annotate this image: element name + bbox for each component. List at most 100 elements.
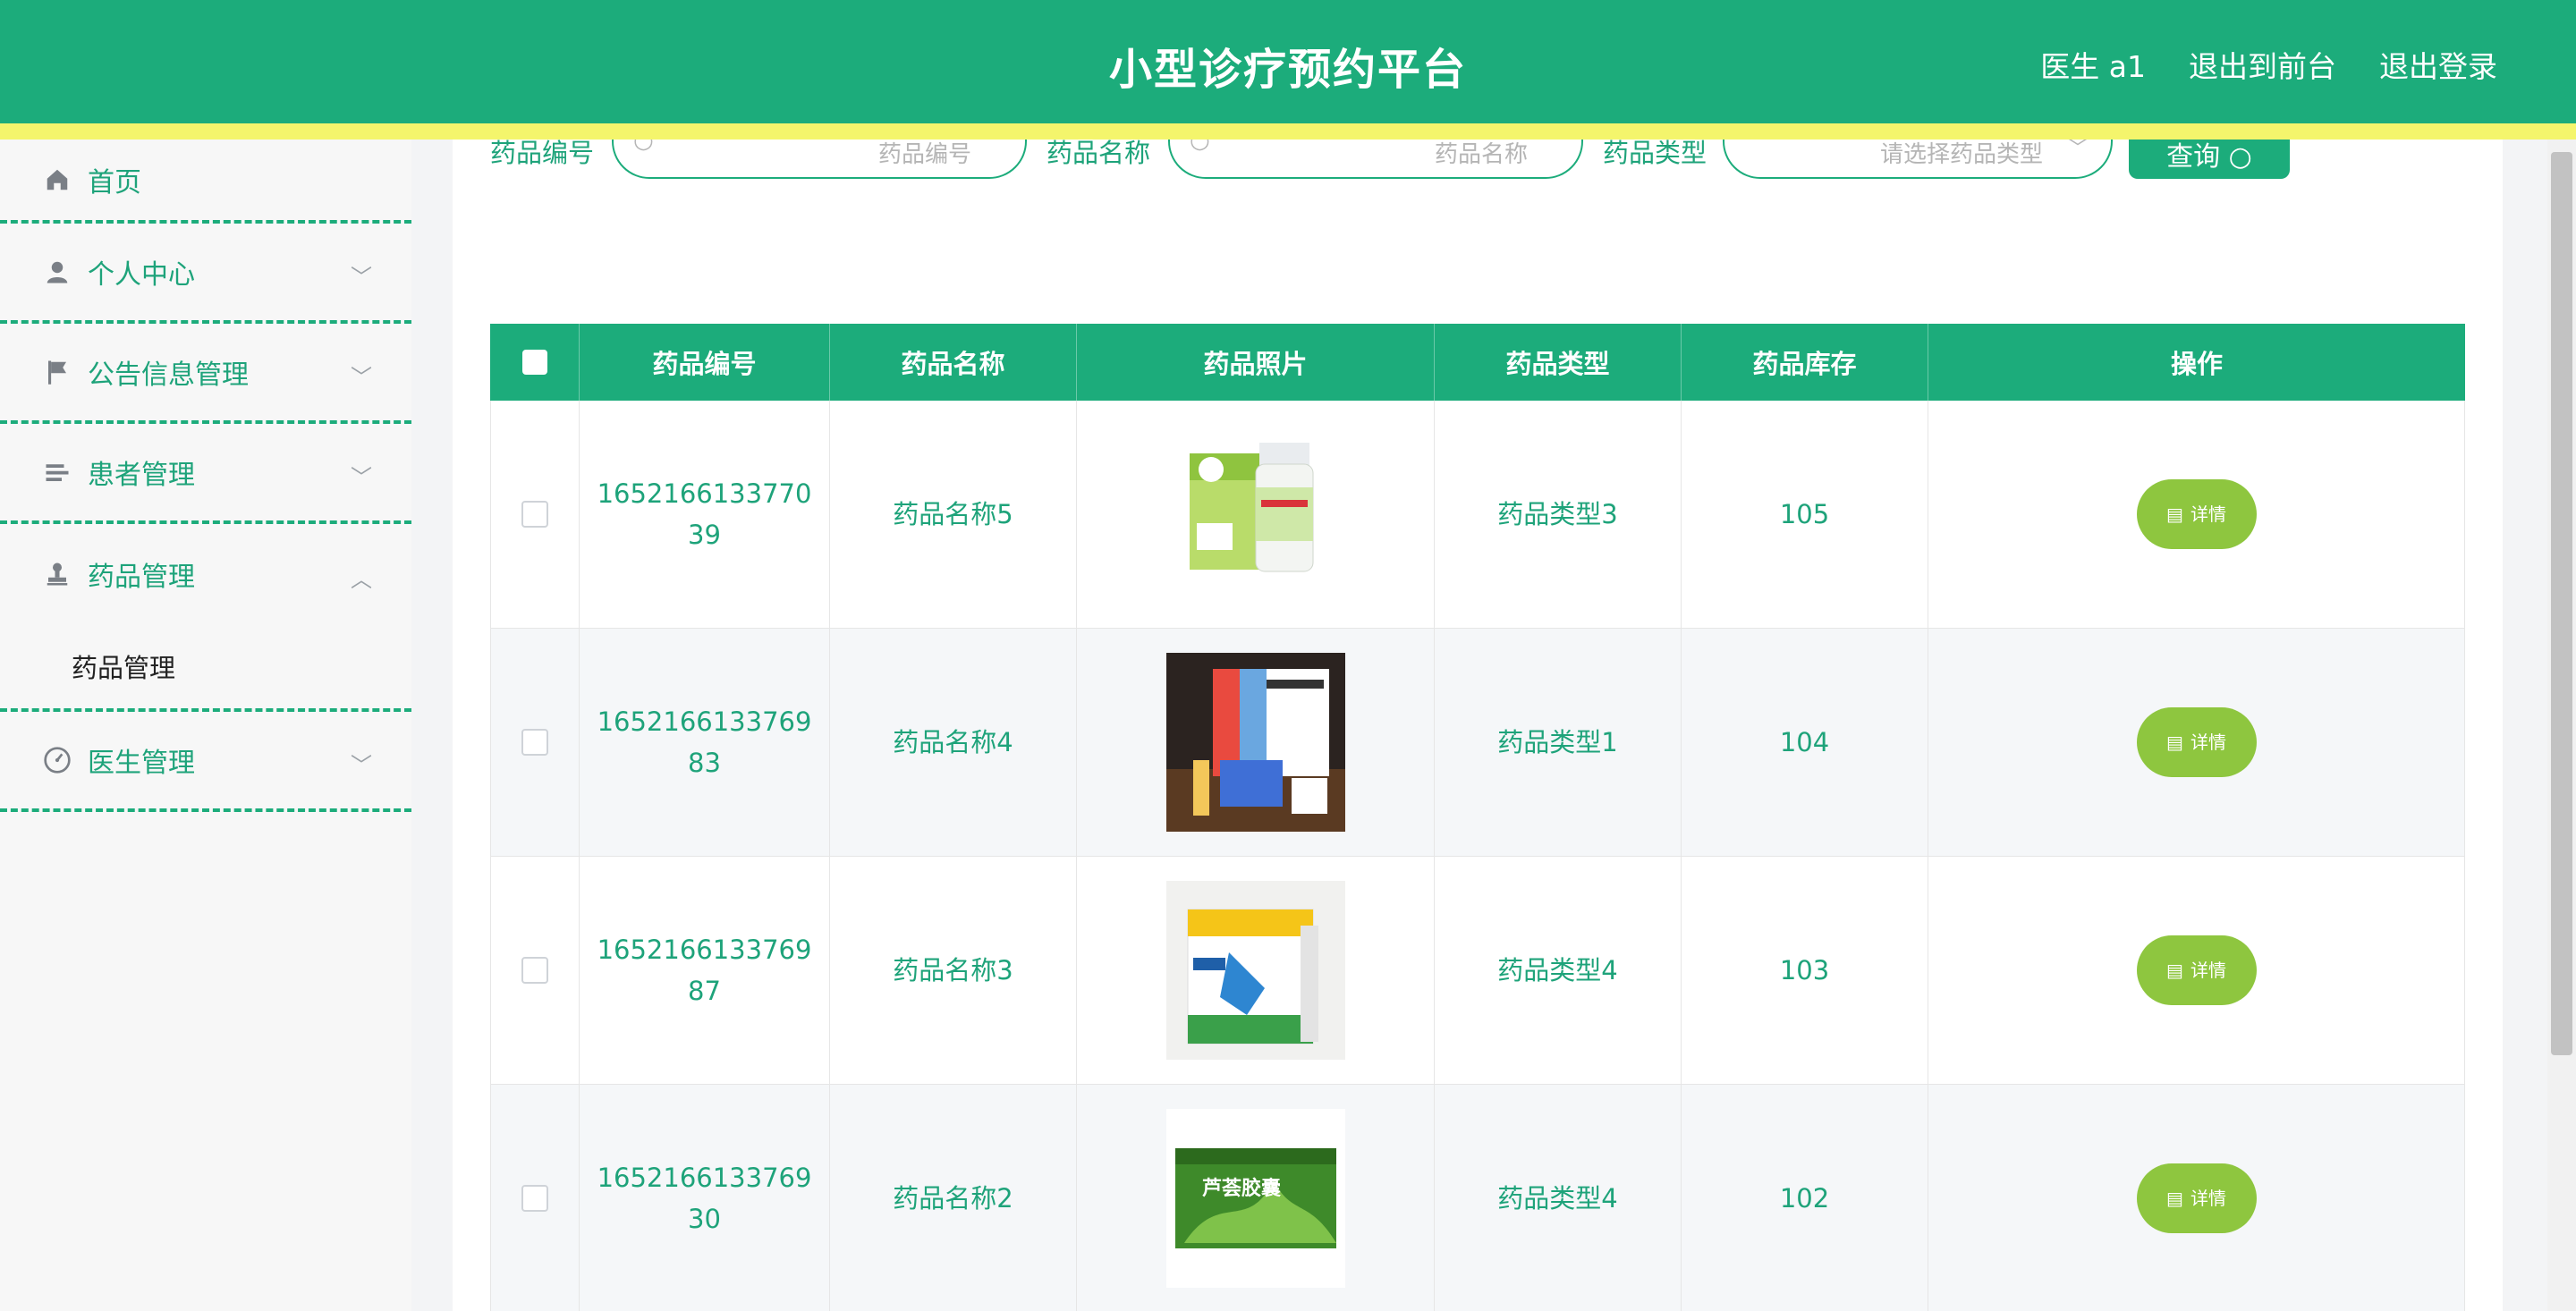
sidebar-subitem-medicine-management[interactable]: 药品管理: [0, 624, 411, 712]
search-icon: ○: [2228, 141, 2252, 173]
chevron-down-icon: ﹀: [351, 365, 372, 390]
sidebar-item-medicine[interactable]: 药品管理 ︿: [0, 524, 411, 624]
medicine-code: 165216613377039: [597, 478, 812, 550]
action-cell: ▤ 详情: [1928, 1085, 2465, 1311]
sidebar-item-label: 个人中心: [88, 259, 195, 291]
sidebar-item-personal-center[interactable]: 个人中心 ﹀: [0, 224, 411, 324]
column-header: 操作: [2170, 349, 2223, 379]
sidebar-item-home[interactable]: 首页: [0, 140, 411, 224]
row-checkbox[interactable]: [521, 729, 548, 756]
detail-button[interactable]: ▤ 详情: [2136, 1163, 2257, 1233]
table-row: 165216613376983 药品名称4 药品类型1 104 ▤ 详情: [490, 629, 2465, 857]
row-select-cell: [490, 857, 580, 1084]
scrollbar-thumb[interactable]: [2551, 152, 2572, 1055]
row-select-cell: [490, 401, 580, 628]
type-cell: 药品类型3: [1435, 401, 1682, 628]
medicine-photo[interactable]: [1165, 425, 1345, 604]
action-cell: ▤ 详情: [1928, 857, 2465, 1084]
document-icon: ▤: [2166, 732, 2183, 753]
flag-icon: [43, 358, 72, 386]
table-row: 165216613376930 药品名称2 芦荟胶囊 药品类型4 102 ▤ 详…: [490, 1085, 2465, 1311]
medicine-table: 药品编号 药品名称 药品照片 药品类型 药品库存 操作 165216613377…: [490, 324, 2465, 1311]
sidebar-item-label: 药品管理: [88, 562, 195, 593]
photo-cell: [1077, 629, 1435, 856]
table-row: 165216613377039 药品名称5 药品类型3 105 ▤ 详情: [490, 401, 2465, 629]
chevron-down-icon: ﹀: [351, 465, 372, 490]
accent-bar: [0, 123, 2576, 140]
sidebar-item-label: 公告信息管理: [88, 359, 249, 391]
chevron-up-icon: ︿: [351, 567, 372, 592]
header-nav: 医生 a1 退出到前台 退出登录: [2040, 43, 2497, 86]
logout-link[interactable]: 退出登录: [2379, 43, 2497, 86]
stamp-icon: [43, 560, 72, 588]
medicine-code: 165216613376987: [597, 935, 812, 1006]
name-cell: 药品名称3: [830, 857, 1077, 1084]
medicine-photo[interactable]: 芦荟胶囊: [1165, 1109, 1345, 1288]
column-header[interactable]: 药品类型: [1435, 324, 1682, 401]
photo-cell: 芦荟胶囊: [1077, 1085, 1435, 1311]
svg-text:芦荟胶囊: 芦荟胶囊: [1202, 1177, 1281, 1200]
medicine-photo[interactable]: [1165, 881, 1345, 1060]
table-row: 165216613376987 药品名称3 药品类型4 103 ▤ 详情: [490, 857, 2465, 1085]
row-checkbox[interactable]: [521, 1185, 548, 1212]
type-select-placeholder: 请选择药品类型: [1879, 141, 2043, 168]
type-cell: 药品类型4: [1435, 1085, 1682, 1311]
row-checkbox[interactable]: [521, 957, 548, 984]
sidebar-item-label: 医生管理: [88, 748, 195, 779]
detail-button[interactable]: ▤ 详情: [2136, 935, 2257, 1005]
photo-cell: [1077, 401, 1435, 628]
stock-cell: 103: [1682, 857, 1928, 1084]
sidebar-item-patients[interactable]: 患者管理 ﹀: [0, 424, 411, 524]
home-icon: [43, 165, 72, 194]
chevron-down-icon: ﹀: [351, 753, 372, 778]
row-select-cell: [490, 1085, 580, 1311]
sidebar-subitem-label: 药品管理: [72, 653, 176, 683]
top-header: 小型诊疗预约平台 医生 a1 退出到前台 退出登录: [0, 0, 2576, 140]
sidebar-item-doctors[interactable]: 医生管理 ﹀: [0, 712, 411, 812]
detail-button-label: 详情: [2190, 960, 2226, 981]
medicine-photo[interactable]: [1165, 653, 1345, 832]
detail-button-label: 详情: [2190, 732, 2226, 753]
type-cell: 药品类型4: [1435, 857, 1682, 1084]
vertical-scrollbar[interactable]: [2547, 140, 2576, 1311]
column-header[interactable]: 药品编号: [580, 324, 830, 401]
photo-cell: [1077, 857, 1435, 1084]
name-cell: 药品名称4: [830, 629, 1077, 856]
code-cell: 165216613376987: [580, 857, 830, 1084]
row-checkbox[interactable]: [521, 501, 548, 528]
row-select-cell: [490, 629, 580, 856]
medicine-code: 165216613376930: [597, 1163, 812, 1234]
stock-cell: 105: [1682, 401, 1928, 628]
column-header[interactable]: 药品名称: [830, 324, 1077, 401]
detail-button[interactable]: ▤ 详情: [2136, 707, 2257, 777]
document-icon: ▤: [2166, 960, 2183, 981]
user-icon: [43, 258, 72, 286]
medicine-code: 165216613376983: [597, 706, 812, 778]
column-header[interactable]: 药品照片: [1077, 324, 1435, 401]
code-search-placeholder: 药品编号: [877, 141, 971, 168]
document-icon: ▤: [2166, 503, 2183, 525]
stock-cell: 104: [1682, 629, 1928, 856]
main-content: 药品编号 ○ 药品编号 药品名称 ○ 药品名称 药品类型 请选择药品类型 ﹀ 查…: [453, 123, 2503, 1311]
action-cell: ▤ 详情: [1928, 629, 2465, 856]
detail-button-label: 详情: [2190, 1188, 2226, 1209]
action-cell: ▤ 详情: [1928, 401, 2465, 628]
type-cell: 药品类型1: [1435, 629, 1682, 856]
code-cell: 165216613376930: [580, 1085, 830, 1311]
query-button-label: 查询: [2166, 141, 2221, 173]
stock-cell: 102: [1682, 1085, 1928, 1311]
select-all-checkbox[interactable]: [521, 350, 547, 375]
select-all-cell: [490, 324, 580, 401]
chevron-down-icon: ﹀: [351, 265, 372, 290]
detail-button[interactable]: ▤ 详情: [2136, 479, 2257, 549]
code-cell: 165216613377039: [580, 401, 830, 628]
column-header[interactable]: 药品库存: [1682, 324, 1928, 401]
list-icon: [43, 458, 72, 486]
table-header: 药品编号 药品名称 药品照片 药品类型 药品库存 操作: [490, 324, 2465, 401]
name-cell: 药品名称5: [830, 401, 1077, 628]
code-cell: 165216613376983: [580, 629, 830, 856]
current-user-link[interactable]: 医生 a1: [2040, 43, 2146, 86]
sidebar-item-label: 患者管理: [88, 460, 195, 491]
sidebar-item-notice[interactable]: 公告信息管理 ﹀: [0, 324, 411, 424]
back-to-front-link[interactable]: 退出到前台: [2189, 43, 2336, 86]
